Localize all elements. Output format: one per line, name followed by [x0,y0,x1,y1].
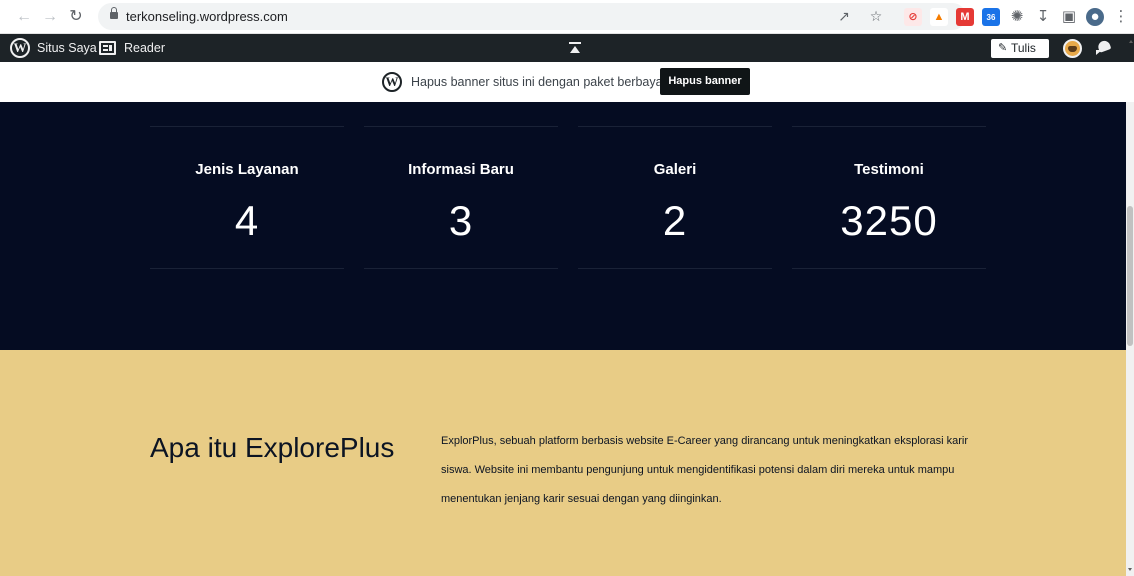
scroll-up-arrow-icon[interactable] [1129,40,1133,43]
about-description: ExplorPlus, sebuah platform berbasis web… [441,435,969,505]
extension-block-icon[interactable]: ⊘ [904,8,922,26]
stat-label: Jenis Layanan [195,161,299,178]
stat-card: Galeri 2 [578,126,772,269]
share-icon[interactable]: ↗ [836,8,852,24]
reader-link[interactable]: Reader [124,41,165,55]
stat-card: Informasi Baru 3 [364,126,558,269]
stat-card: Jenis Layanan 4 [150,126,344,269]
banner-text: Hapus banner situs ini dengan paket berb… [411,75,667,89]
lock-icon[interactable] [110,7,118,20]
stat-value: 3250 [840,197,938,244]
stat-label: Galeri [653,161,697,178]
stats-section: Jenis Layanan 4 Informasi Baru 3 Galeri … [0,102,1126,350]
extension-badge-count: 36 [986,13,996,22]
reload-icon[interactable]: ↻ [66,7,86,27]
sidepanel-icon[interactable]: ▣ [1060,8,1078,26]
about-title: Apa itu ExplorePlus [150,432,395,463]
my-site-link[interactable]: Situs Saya [37,41,97,55]
pen-icon: ✎ [998,42,1008,54]
stat-label: Informasi Baru [408,161,514,178]
wordpress-logo-icon[interactable]: W [10,38,30,58]
extensions-icon[interactable]: ✺ [1008,8,1026,26]
address-bar[interactable]: terkonseling.wordpress.com ↗ ☆ [98,3,966,30]
remove-banner-button[interactable]: Hapus banner [660,68,750,95]
stat-card: Testimoni 3250 [792,126,986,269]
page-scrollbar[interactable] [1126,102,1134,576]
browser-toolbar: ← → ↻ terkonseling.wordpress.com ↗ ☆ ⊘ ▲… [0,0,1134,34]
download-icon[interactable]: ↧ [1034,8,1052,26]
collapse-toolbar-icon[interactable] [569,42,581,54]
stat-value: 3 [448,197,474,244]
profile-icon[interactable]: ● [1086,8,1104,26]
reader-icon[interactable] [99,41,116,55]
stat-label: Testimoni [854,161,924,178]
extension-red-icon[interactable]: M [956,8,974,26]
menu-icon[interactable]: ⋮ [1112,8,1130,26]
write-button[interactable]: ✎ Tulis [991,39,1049,58]
write-button-label: Tulis [1011,41,1036,55]
upgrade-banner: W Hapus banner situs ini dengan paket be… [0,62,1134,102]
stat-value: 4 [234,197,260,244]
avatar[interactable] [1063,39,1082,58]
star-icon[interactable]: ☆ [868,8,884,24]
scrollbar-thumb[interactable] [1127,206,1133,346]
forward-icon[interactable]: → [40,7,60,27]
wordpress-logo-icon: W [382,72,402,92]
extension-badge-icon[interactable]: 36 [982,8,1000,26]
wp-admin-bar: W Situs Saya Reader ✎ Tulis [0,34,1134,62]
back-icon[interactable]: ← [14,7,34,27]
notifications-icon[interactable] [1096,41,1112,55]
url-text[interactable]: terkonseling.wordpress.com [126,9,288,24]
stat-value: 2 [662,197,688,244]
extension-fire-icon[interactable]: ▲ [930,8,948,26]
scroll-down-arrow-icon[interactable] [1128,568,1132,571]
about-section: Apa itu ExplorePlus ExplorPlus, sebuah p… [0,350,1126,576]
